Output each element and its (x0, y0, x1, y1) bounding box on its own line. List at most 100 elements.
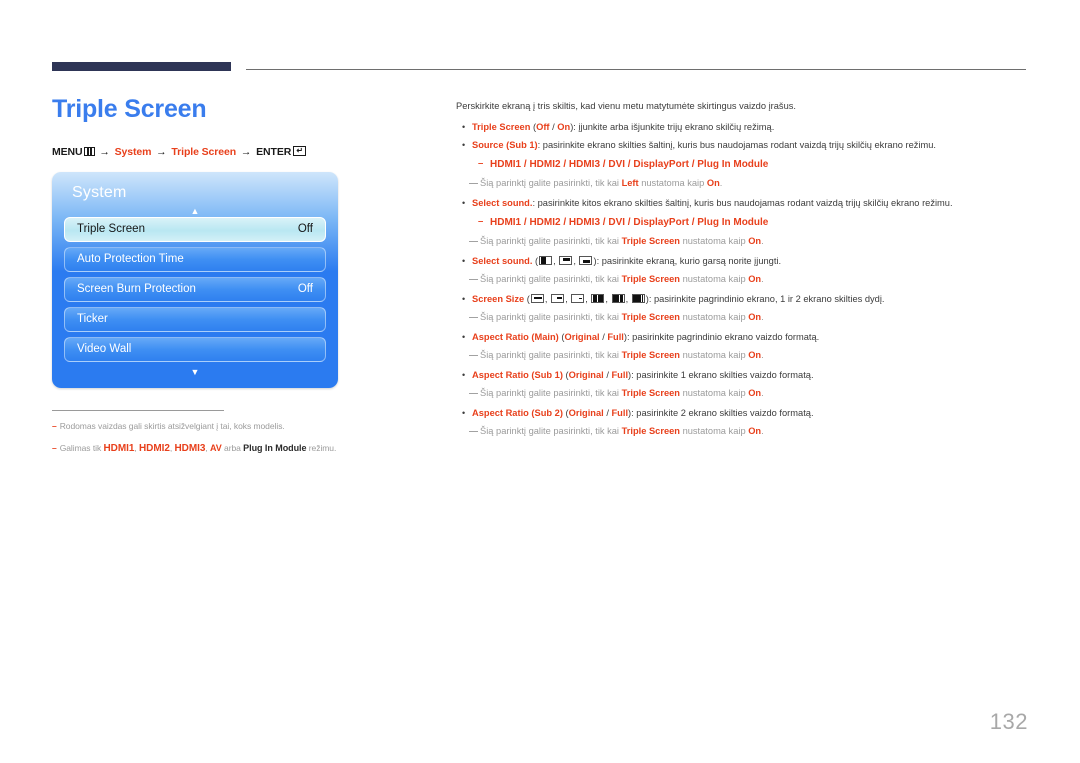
note-text-part: nustatoma kaip (679, 425, 749, 436)
bullet-text-part: Triple Screen (472, 122, 531, 133)
bullet-dot-icon: • (462, 122, 466, 133)
osd-menu-item-label: Triple Screen (77, 223, 145, 235)
bullet-tail-text: ): pasirinkite pagrindinio ekrano, 1 ir … (645, 294, 885, 305)
note-text-part: nustatoma kaip (679, 349, 749, 360)
note-text-part: Šią parinktį galite pasirinkti, tik kai (480, 311, 622, 322)
osd-system-menu-panel: System ▲ Triple Screen Off Auto Protection… (52, 171, 338, 388)
note-text-part: . (761, 425, 764, 436)
bullet-text-part: Aspect Ratio (Main) (472, 331, 559, 342)
note-text-part: Triple Screen (621, 236, 680, 247)
sub-dash-icon: – (478, 158, 484, 170)
screen-bottom-bar-icon (579, 255, 593, 266)
bullet-text-part: / (603, 369, 612, 380)
bullet-text: Aspect Ratio (Sub 1) (Original / Full): … (472, 369, 1031, 383)
paren-open: ( (524, 294, 530, 305)
osd-menu-item-label: Video Wall (77, 343, 132, 355)
osd-menu-item[interactable]: Ticker (64, 306, 326, 332)
note-text-part: On (748, 425, 762, 436)
bullet-label: Screen Size (472, 294, 525, 305)
note-item: — Šią parinktį galite pasirinkti, tik kai… (456, 311, 1031, 325)
bullet-dot-icon: • (462, 256, 466, 267)
bullet-text: Triple Screen (Off / On): įjunkite arba … (472, 121, 1031, 135)
note-item: — Šią parinktį galite pasirinkti, tik kai… (456, 177, 1031, 191)
footnote-dash: – (52, 420, 57, 431)
osd-menu-item-value: Off (297, 283, 313, 295)
note-text: Šią parinktį galite pasirinkti, tik kai … (480, 349, 1031, 363)
note-text-part: Triple Screen (621, 349, 680, 360)
footnote-text-part: HDMI2 (138, 443, 170, 455)
bullet-text-part: ): įjunkite arba išjunkite trijų ekrano … (570, 122, 775, 133)
icon-separator: , (573, 256, 579, 267)
osd-menu-item[interactable]: Screen Burn Protection Off (64, 276, 326, 302)
bullet-text-part: Source (Sub 1) (472, 140, 538, 151)
menu-bars-icon (83, 146, 95, 156)
menu-path-enter-label: ENTER (256, 145, 292, 158)
menu-path-step-triple-screen: Triple Screen (171, 145, 237, 158)
note-item: — Šią parinktį galite pasirinkti, tik kai… (456, 273, 1031, 287)
osd-menu-item-label: Ticker (77, 313, 108, 325)
sub-dash-icon: – (478, 216, 484, 228)
bullet-text: Aspect Ratio (Sub 2) (Original / Full): … (472, 407, 1031, 421)
menu-path-arrow-2: → (156, 145, 167, 158)
note-text: Šią parinktį galite pasirinkti, tik kai … (480, 425, 1031, 439)
icon-separator: , (565, 294, 571, 305)
note-text-part: Šią parinktį galite pasirinkti, tik kai (480, 274, 622, 285)
bullet-text-part: / (603, 407, 612, 418)
bullet-text: Screen Size (, , , , , ): pasirinkite pa… (472, 293, 1031, 307)
bullet-text-part: Full (611, 407, 629, 418)
note-text-part: Left (621, 178, 639, 189)
left-column: Triple Screen MENU → System → Triple Scr… (52, 95, 412, 465)
footnote: – Rodomas vaizdas gali skirtis atsižvelgi… (52, 420, 412, 433)
bullet-label: Select sound. (472, 256, 533, 267)
footnote-text-part: Plug In Module (243, 443, 307, 454)
screen-size-2-icon (551, 293, 565, 304)
icon-separator: , (585, 294, 591, 305)
osd-scroll-down-icon[interactable]: ▼ (52, 367, 338, 378)
note-text-part: Šią parinktį galite pasirinkti, tik kai (480, 236, 622, 247)
page-header-rules (52, 62, 1026, 74)
bullet-item: • Aspect Ratio (Sub 1) (Original / Full):… (456, 369, 1031, 383)
osd-menu-item[interactable]: Triple Screen Off (64, 216, 326, 242)
note-text-part: . (761, 274, 764, 285)
screen-top-bar-icon (559, 255, 573, 266)
bullet-dot-icon: • (462, 407, 466, 418)
bullet-text-part: ): pasirinkite 2 ekrano skilties vaizdo … (628, 407, 814, 418)
bullet-text: Select sound. (, , ): pasirinkite ekraną… (472, 255, 1031, 269)
note-text-part: On (706, 178, 720, 189)
bullet-text-part: Off (536, 122, 550, 133)
note-text-part: Triple Screen (621, 311, 680, 322)
icon-separator: , (553, 256, 559, 267)
osd-menu-item[interactable]: Video Wall (64, 336, 326, 362)
note-text: Šią parinktį galite pasirinkti, tik kai … (480, 311, 1031, 325)
footnote-text-part: režimu. (306, 443, 337, 454)
note-item: — Šią parinktį galite pasirinkti, tik kai… (456, 235, 1031, 249)
sub-option-item: – HDMI1 / HDMI2 / HDMI3 / DVI / DisplayPo… (456, 215, 1031, 230)
note-text-part: Triple Screen (621, 387, 680, 398)
bullet-text-part: Full (611, 369, 629, 380)
note-dash-icon: — (469, 178, 478, 189)
bullet-dot-icon: • (462, 198, 466, 209)
icon-separator: , (625, 294, 631, 305)
note-text: Šią parinktį galite pasirinkti, tik kai … (480, 177, 1031, 191)
note-text-part: . (761, 236, 764, 247)
screen-size-4-icon (591, 293, 605, 304)
bullet-dot-icon: • (462, 369, 466, 380)
bullet-item: • Aspect Ratio (Main) (Original / Full): … (456, 331, 1031, 345)
osd-menu-item[interactable]: Auto Protection Time (64, 246, 326, 272)
note-text-part: Triple Screen (621, 274, 680, 285)
bullet-text-part: Select sound. (472, 198, 533, 209)
page-title: Triple Screen (52, 95, 207, 123)
footnote-text-part: HDMI1 (103, 443, 135, 455)
osd-scroll-up-icon[interactable]: ▲ (52, 206, 338, 217)
bullet-text: Source (Sub 1): pasirinkite ekrano skilt… (472, 139, 1031, 153)
footnote-text-part: HDMI3 (174, 443, 206, 455)
bullet-text: Aspect Ratio (Main) (Original / Full): p… (472, 331, 1031, 345)
footnote-text-part: Galimas tik (59, 443, 104, 454)
note-dash-icon: — (469, 387, 478, 398)
note-dash-icon: — (469, 274, 478, 285)
note-text-part: On (748, 349, 762, 360)
paren-open: ( (532, 256, 539, 267)
screen-size-3-icon (571, 293, 585, 304)
bullet-text-part: ): pasirinkite 1 ekrano skilties vaizdo … (628, 369, 814, 380)
header-rule-dark (52, 62, 231, 71)
